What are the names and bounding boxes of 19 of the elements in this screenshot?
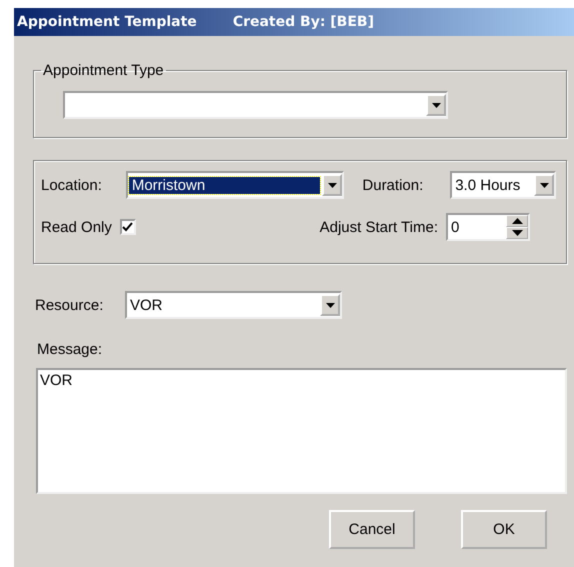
created-by-text: Created By: [BEB] [232,14,374,30]
ok-button[interactable]: OK [461,510,547,549]
adjust-start-time-label: Adjust Start Time: [320,218,438,236]
spin-up-icon[interactable] [506,215,528,227]
message-label: Message: [37,341,104,358]
adjust-start-time-spinner[interactable]: 0 [446,213,530,241]
read-only-checkbox[interactable] [120,219,136,235]
resource-dropdown[interactable]: VOR [125,291,342,319]
cancel-button[interactable]: Cancel [329,510,415,549]
group-legend: Appointment Type [41,62,166,79]
location-label: Location: [41,176,103,194]
spin-down-icon[interactable] [506,227,528,239]
read-only-label: Read Only [41,218,112,236]
duration-label: Duration: [362,176,424,194]
window-title: Appointment Template [17,14,197,30]
message-field[interactable]: VOR [36,368,567,494]
duration-dropdown[interactable]: 3.0 Hours [450,171,556,199]
location-dropdown[interactable]: Morristown [126,171,344,199]
resource-label: Resource: [35,296,104,314]
